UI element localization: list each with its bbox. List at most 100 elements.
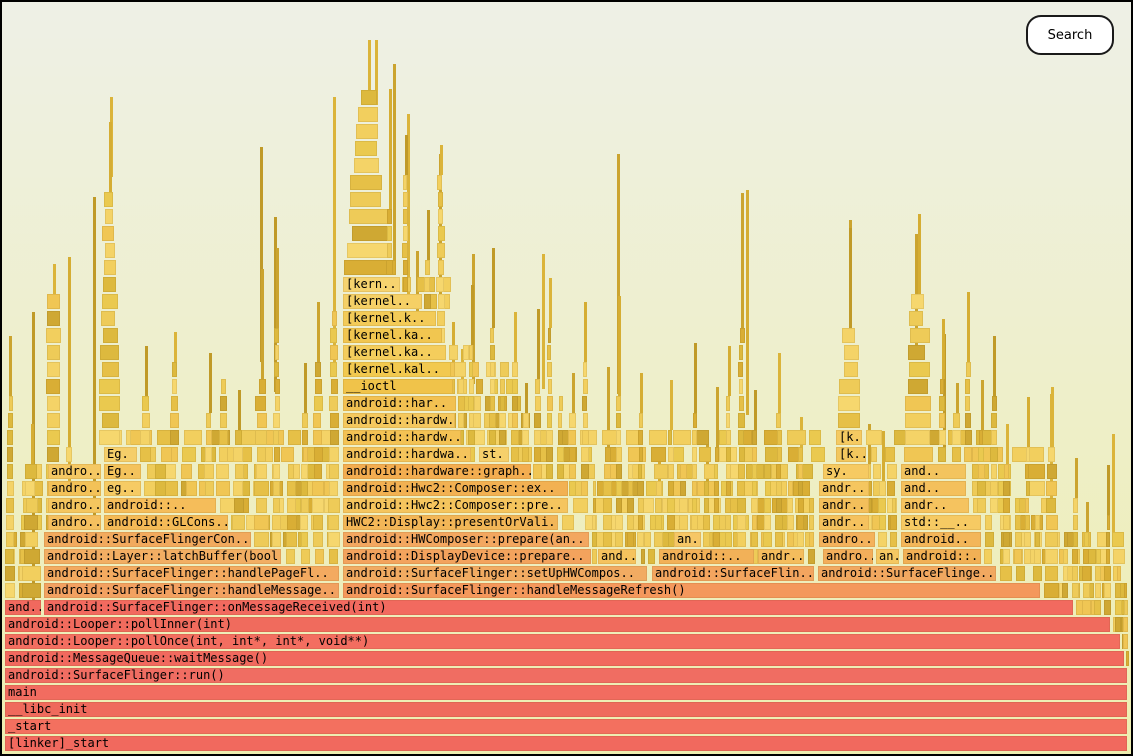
flame-frame-small[interactable] — [777, 447, 782, 462]
flame-frame-small[interactable] — [605, 447, 611, 462]
flame-frame-small[interactable] — [7, 481, 14, 496]
flame-frame-small[interactable] — [776, 413, 780, 428]
flame-frame-small[interactable] — [47, 413, 60, 428]
flame-frame-small[interactable] — [47, 396, 60, 411]
flame-frame-small[interactable] — [329, 396, 338, 411]
flame-frame[interactable]: android::Looper::pollOnce(int, int*, int… — [5, 634, 1120, 649]
flame-frame-small[interactable] — [476, 379, 483, 394]
flame-frame-small[interactable] — [1003, 481, 1010, 496]
flame-frame-small[interactable] — [402, 243, 408, 258]
flame-frame-small[interactable] — [1104, 600, 1111, 615]
flame-frame-small[interactable] — [673, 447, 684, 462]
flame-frame-small[interactable] — [809, 532, 814, 547]
flame-frame-small[interactable] — [905, 430, 930, 445]
flame-frame[interactable]: android::GLCons.. — [104, 515, 228, 530]
flame-frame[interactable]: and.. — [901, 464, 966, 479]
flame-frame-small[interactable] — [878, 532, 887, 547]
flame-frame[interactable]: andro.. — [823, 549, 873, 564]
flame-spike-frame[interactable] — [1051, 387, 1054, 447]
flame-frame-small[interactable] — [890, 515, 896, 530]
flame-frame-small[interactable] — [331, 379, 338, 394]
flame-frame[interactable]: android::HWComposer::prepare(an.. — [343, 532, 589, 547]
flame-frame-small[interactable] — [172, 379, 177, 394]
flame-frame-small[interactable] — [738, 464, 746, 479]
flame-frame-small[interactable] — [904, 447, 933, 462]
flame-frame-small[interactable] — [220, 498, 235, 513]
flame-frame-small[interactable] — [438, 192, 444, 207]
flame-frame-small[interactable] — [603, 532, 612, 547]
flame-frame-small[interactable] — [703, 515, 709, 530]
flame-frame-small[interactable] — [313, 532, 324, 547]
flame-frame-small[interactable] — [637, 532, 644, 547]
flame-frame-small[interactable] — [811, 447, 825, 462]
flame-spike-frame[interactable] — [261, 269, 264, 379]
flame-frame-small[interactable] — [879, 515, 887, 530]
flame-frame-small[interactable] — [838, 413, 860, 428]
flame-frame-small[interactable] — [887, 481, 895, 496]
flame-frame-small[interactable] — [164, 481, 179, 496]
flame-frame-small[interactable] — [643, 498, 654, 513]
flame-frame-small[interactable] — [205, 481, 214, 496]
flame-frame-small[interactable] — [1096, 549, 1101, 564]
flame-frame-small[interactable] — [254, 481, 268, 496]
flame-frame-small[interactable] — [1063, 566, 1068, 581]
flame-frame-small[interactable] — [500, 362, 508, 377]
flame-frame-small[interactable] — [1046, 498, 1056, 513]
flame-frame-small[interactable] — [964, 447, 972, 462]
flame-spike-frame[interactable] — [746, 190, 749, 415]
flame-frame-small[interactable] — [990, 481, 998, 496]
flame-frame[interactable]: andro.. — [48, 464, 101, 479]
flame-frame-small[interactable] — [638, 498, 644, 513]
flame-frame-small[interactable] — [22, 566, 41, 581]
flame-frame-small[interactable] — [775, 532, 783, 547]
flame-frame-small[interactable] — [102, 413, 119, 428]
flame-frame-small[interactable] — [752, 515, 757, 530]
flame-spike-frame[interactable] — [584, 302, 587, 362]
flame-frame-small[interactable] — [102, 294, 118, 309]
flame-frame-small[interactable] — [871, 447, 878, 462]
flame-frame-small[interactable] — [952, 447, 961, 462]
flame-frame-small[interactable] — [24, 549, 40, 564]
flame-frame-small[interactable] — [680, 464, 687, 479]
flame-frame-small[interactable] — [1082, 566, 1090, 581]
flame-frame-small[interactable] — [668, 481, 674, 496]
flame-frame-small[interactable] — [668, 430, 672, 445]
flame-frame-small[interactable] — [546, 447, 552, 462]
flame-frame[interactable]: [kernel.ka.. — [343, 345, 446, 360]
flame-frame-small[interactable] — [842, 328, 856, 343]
flame-spike-frame[interactable] — [304, 363, 307, 413]
flame-frame-small[interactable] — [559, 396, 563, 411]
flame-frame-small[interactable] — [1046, 481, 1058, 496]
flame-frame-small[interactable] — [667, 515, 675, 530]
flame-frame-small[interactable] — [287, 515, 297, 530]
flame-frame-small[interactable] — [301, 549, 310, 564]
flame-spike-frame[interactable] — [918, 214, 921, 294]
flame-frame-small[interactable] — [641, 549, 646, 564]
flame-frame-small[interactable] — [216, 481, 230, 496]
flame-frame-small[interactable] — [489, 430, 496, 445]
flame-frame-small[interactable] — [234, 498, 244, 513]
flame-frame-small[interactable] — [533, 464, 542, 479]
flame-frame-small[interactable] — [699, 447, 711, 462]
flame-frame-small[interactable] — [738, 430, 744, 445]
flame-spike-frame[interactable] — [1027, 397, 1030, 447]
flame-frame[interactable]: android.. — [901, 532, 981, 547]
flame-spike-frame[interactable] — [981, 380, 984, 430]
flame-frame-small[interactable] — [535, 379, 540, 394]
flame-frame[interactable]: android::Layer::latchBuffer(bool.. — [44, 549, 281, 564]
flame-frame-small[interactable] — [101, 311, 114, 326]
flame-frame-small[interactable] — [583, 413, 588, 428]
flame-frame[interactable]: andr.. — [819, 515, 869, 530]
flame-frame-small[interactable] — [242, 447, 251, 462]
flame-frame-small[interactable] — [655, 498, 661, 513]
flame-frame-small[interactable] — [254, 532, 269, 547]
flame-frame-small[interactable] — [809, 498, 814, 513]
flame-frame-small[interactable] — [500, 379, 505, 394]
flame-frame-small[interactable] — [787, 498, 793, 513]
flame-frame-small[interactable] — [1113, 549, 1124, 564]
flame-frame-small[interactable] — [547, 362, 552, 377]
flame-frame-small[interactable] — [468, 430, 475, 445]
flame-frame-small[interactable] — [170, 430, 178, 445]
flame-frame-small[interactable] — [273, 413, 280, 428]
flame-frame-small[interactable] — [615, 532, 623, 547]
